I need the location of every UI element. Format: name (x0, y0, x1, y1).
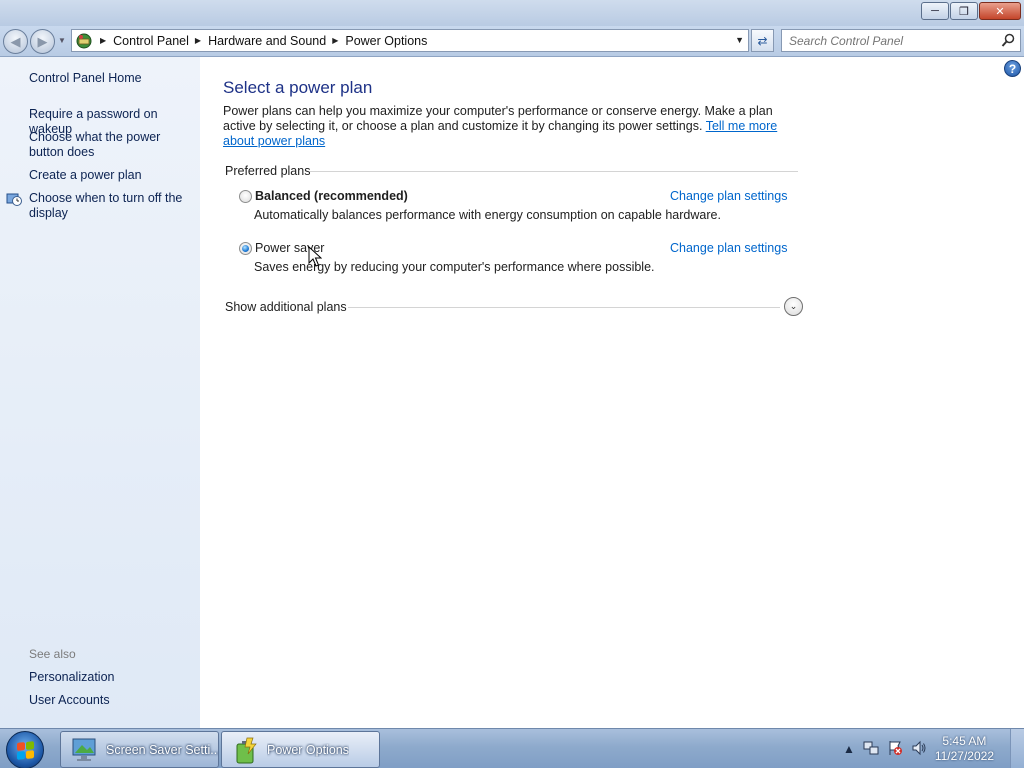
intro-paragraph: Power plans can help you maximize your c… (223, 104, 773, 133)
nav-control-panel-home[interactable]: Control Panel Home (29, 71, 197, 86)
see-also-heading: See also (29, 647, 76, 661)
address-dropdown-icon[interactable]: ▼ (735, 35, 744, 45)
clock-date: 11/27/2022 (934, 749, 994, 763)
show-hidden-icons-icon[interactable]: ▲ (843, 742, 855, 756)
breadcrumb-control-panel[interactable]: Control Panel (113, 34, 189, 48)
back-arrow-icon: ◀ (10, 33, 21, 49)
nav-turn-off-display[interactable]: Choose when to turn off the display (29, 191, 197, 221)
screen-saver-icon (70, 736, 100, 764)
clock-time: 5:45 AM (942, 734, 987, 748)
power-options-icon (231, 736, 261, 764)
forward-button[interactable]: ▶ (30, 29, 55, 54)
back-button[interactable]: ◀ (3, 29, 28, 54)
recent-pages-dropdown[interactable]: ▼ (58, 36, 66, 45)
close-button[interactable]: ✕ (979, 2, 1021, 20)
breadcrumb-separator-icon[interactable]: ▶ (195, 36, 201, 45)
address-toolbar: ◀ ▶ ▼ ▶ Control Panel ▶ Hardware and Sou… (0, 26, 1024, 57)
intro-text: Power plans can help you maximize your c… (223, 104, 803, 149)
forward-arrow-icon: ▶ (37, 33, 48, 49)
close-icon: ✕ (995, 5, 1005, 18)
refresh-button[interactable]: ⇄ (751, 29, 774, 52)
nav-personalization[interactable]: Personalization (29, 670, 197, 685)
balanced-plan-name[interactable]: Balanced (recommended) (255, 189, 408, 203)
window-title-bar: ─ ❐ ✕ (0, 0, 1024, 26)
breadcrumb-separator-icon: ▶ (100, 36, 107, 45)
address-bar[interactable]: ▶ Control Panel ▶ Hardware and Sound ▶ P… (71, 29, 749, 52)
taskbar-item-label: Screen Saver Setti... (106, 742, 218, 757)
chevron-down-icon: ⌄ (789, 301, 798, 311)
power-saver-plan-radio[interactable] (239, 242, 252, 255)
minimize-button[interactable]: ─ (921, 2, 949, 20)
preferred-plans-divider (310, 171, 798, 172)
power-saver-change-settings-link[interactable]: Change plan settings (670, 241, 787, 255)
volume-icon[interactable] (911, 740, 927, 759)
breadcrumb-power-options[interactable]: Power Options (345, 34, 427, 48)
taskbar: Screen Saver Setti... Power Options ▲ 5:… (0, 728, 1024, 768)
power-saver-plan-name[interactable]: Power saver (255, 241, 324, 255)
restore-icon: ❐ (959, 5, 969, 18)
display-timer-icon (6, 192, 22, 207)
left-navigation-pane: Control Panel Home Require a password on… (0, 57, 200, 728)
taskbar-screen-saver-settings[interactable]: Screen Saver Setti... (60, 731, 219, 768)
balanced-plan-description: Automatically balances performance with … (254, 208, 721, 222)
page-title: Select a power plan (223, 78, 373, 97)
additional-plans-divider (348, 307, 780, 308)
nav-user-accounts[interactable]: User Accounts (29, 693, 197, 708)
breadcrumb-hardware-and-sound[interactable]: Hardware and Sound (208, 34, 326, 48)
minimize-icon: ─ (931, 5, 939, 17)
balanced-plan-radio[interactable] (239, 190, 252, 203)
start-button[interactable] (6, 731, 44, 768)
action-center-icon[interactable] (887, 740, 903, 759)
taskbar-item-label: Power Options (267, 742, 349, 757)
show-desktop-button[interactable] (1010, 729, 1024, 768)
system-clock[interactable]: 5:45 AM 11/27/2022 (935, 734, 994, 764)
show-additional-plans-label[interactable]: Show additional plans (225, 300, 347, 314)
restore-button[interactable]: ❐ (950, 2, 978, 20)
breadcrumb-separator-icon[interactable]: ▶ (332, 36, 338, 45)
window-controls: ─ ❐ ✕ (920, 2, 1021, 20)
search-input[interactable] (789, 33, 994, 48)
taskbar-power-options[interactable]: Power Options (221, 731, 380, 768)
main-content: ? Select a power plan Power plans can he… (200, 57, 1024, 728)
search-box[interactable] (781, 29, 1021, 52)
system-tray: ▲ 5:45 AM 11/27/2022 (843, 729, 1024, 768)
control-panel-icon (74, 31, 94, 51)
network-icon[interactable] (863, 740, 879, 759)
windows-logo-icon (17, 741, 34, 760)
nav-power-button[interactable]: Choose what the power button does (29, 130, 197, 160)
preferred-plans-heading: Preferred plans (225, 164, 311, 178)
balanced-change-settings-link[interactable]: Change plan settings (670, 189, 787, 203)
power-saver-plan-description: Saves energy by reducing your computer's… (254, 260, 655, 274)
nav-create-power-plan[interactable]: Create a power plan (29, 168, 197, 183)
refresh-icon: ⇄ (757, 33, 768, 48)
search-icon[interactable] (1001, 33, 1016, 51)
help-icon[interactable]: ? (1004, 60, 1021, 77)
expand-additional-plans-button[interactable]: ⌄ (784, 297, 803, 316)
